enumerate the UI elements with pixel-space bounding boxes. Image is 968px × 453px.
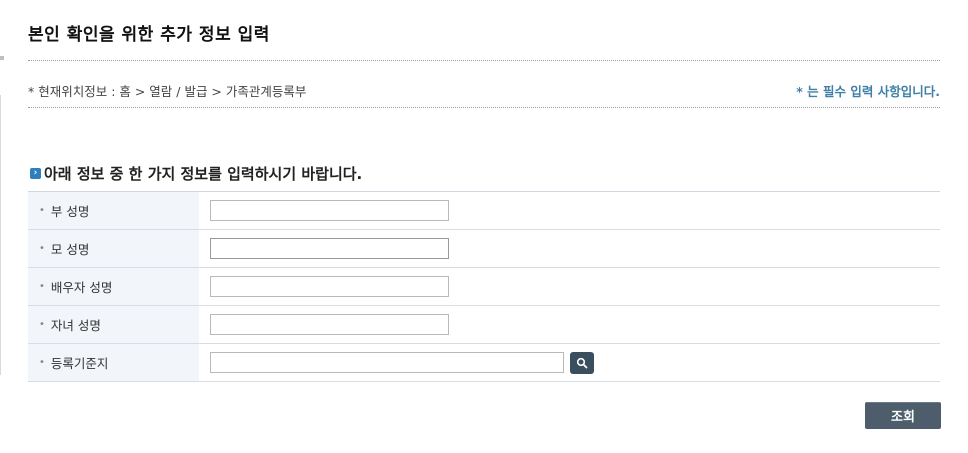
bullet-icon: • [39, 281, 45, 292]
label-text: 배우자 성명 [50, 280, 113, 295]
bullet-icon: • [39, 205, 45, 216]
field-label: • 등록기준지 [28, 344, 199, 381]
info-form: • 부 성명 • 모 성명 • 배우자 성명 • 자녀 성명 • 등록기준지 [28, 191, 940, 382]
field-cell [199, 192, 940, 229]
father-name-input[interactable] [210, 200, 449, 221]
label-text: 등록기준지 [50, 356, 109, 371]
field-label: • 자녀 성명 [28, 306, 199, 343]
submit-button[interactable]: 조회 [865, 402, 941, 429]
left-edge-marker [0, 56, 4, 60]
bullet-icon: • [39, 243, 45, 254]
spouse-name-input[interactable] [210, 276, 449, 297]
field-cell [199, 268, 940, 305]
field-cell [199, 344, 940, 381]
registration-base-input[interactable] [210, 352, 564, 373]
breadcrumb: * 현재위치정보 : 홈 > 열람 / 발급 > 가족관계등록부 [28, 84, 307, 99]
bullet-icon: • [39, 357, 45, 368]
arrow-right-icon: › [30, 168, 41, 179]
section-title: › 아래 정보 중 한 가지 정보를 입력하시기 바랍니다. [30, 163, 362, 184]
label-text: 부 성명 [50, 204, 90, 219]
field-label: • 부 성명 [28, 192, 199, 229]
page-title: 본인 확인을 위한 추가 정보 입력 [28, 25, 270, 45]
field-cell [199, 230, 940, 267]
divider [28, 107, 940, 108]
search-button[interactable] [570, 351, 594, 374]
search-icon [576, 357, 588, 368]
label-text: 모 성명 [50, 242, 90, 257]
label-text: 자녀 성명 [50, 318, 101, 333]
required-note: * 는 필수 입력 사항입니다. [796, 84, 940, 99]
field-label: • 배우자 성명 [28, 268, 199, 305]
field-label: • 모 성명 [28, 230, 199, 267]
form-row-spouse: • 배우자 성명 [28, 268, 940, 306]
form-row-registration-base: • 등록기준지 [28, 344, 940, 382]
left-edge-border [0, 95, 1, 375]
divider [28, 60, 940, 61]
section-title-text: 아래 정보 중 한 가지 정보를 입력하시기 바랍니다. [44, 165, 363, 183]
form-row-mother: • 모 성명 [28, 230, 940, 268]
field-cell [199, 306, 940, 343]
form-row-child: • 자녀 성명 [28, 306, 940, 344]
bullet-icon: • [39, 319, 45, 330]
form-row-father: • 부 성명 [28, 192, 940, 230]
child-name-input[interactable] [210, 314, 449, 335]
mother-name-input[interactable] [210, 238, 449, 259]
